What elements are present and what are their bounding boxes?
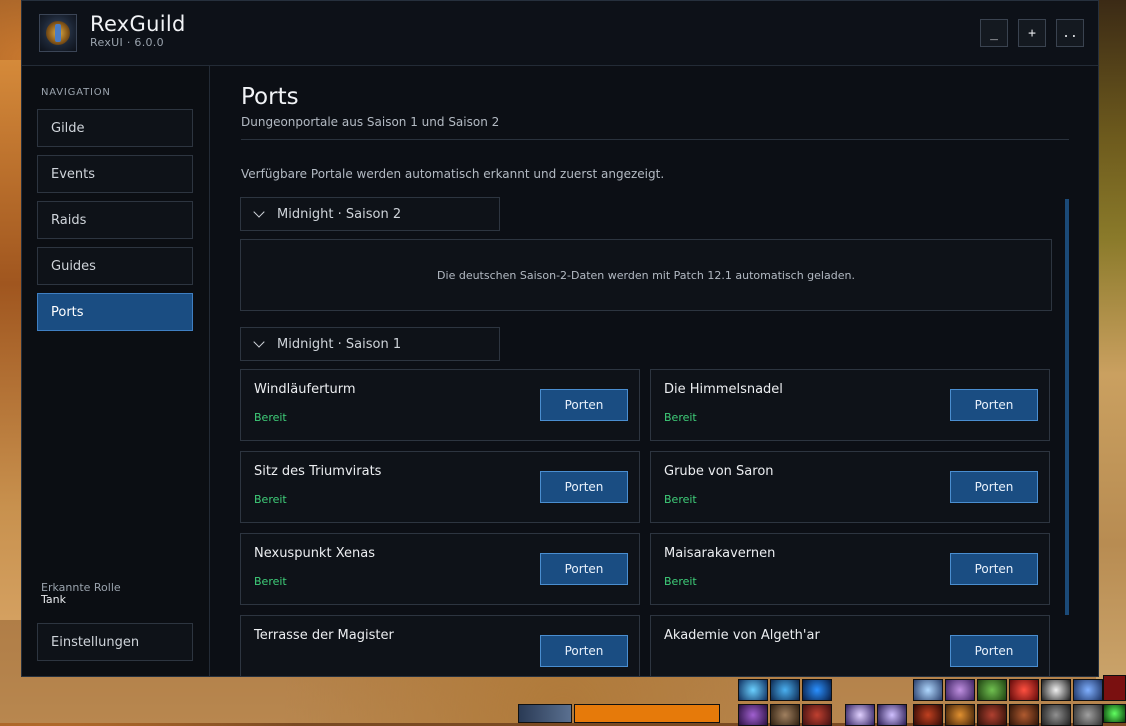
ability-icon[interactable]: [1073, 679, 1103, 701]
game-world-background-left: [0, 60, 22, 620]
ability-icon[interactable]: [1009, 679, 1039, 701]
sidebar-item-ports[interactable]: Ports: [37, 293, 193, 331]
ability-icon[interactable]: [913, 679, 943, 701]
port-button[interactable]: Porten: [950, 471, 1038, 503]
app-version: RexUI · 6.0.0: [90, 36, 164, 49]
dungeon-card: Die Himmelsnadel Bereit Porten: [650, 369, 1050, 441]
ability-icon[interactable]: [770, 679, 800, 701]
port-button[interactable]: Porten: [540, 635, 628, 667]
section-title: Midnight · Saison 1: [277, 336, 402, 352]
ability-icon[interactable]: [1103, 675, 1126, 701]
dungeon-name: Maisarakavernen: [664, 546, 776, 561]
ability-icon[interactable]: [738, 679, 768, 701]
section-header-season-2[interactable]: Midnight · Saison 2: [240, 197, 500, 231]
page-subtitle: Dungeonportale aus Saison 1 und Saison 2: [241, 115, 500, 129]
dungeon-name: Die Himmelsnadel: [664, 382, 783, 397]
dungeon-card: Nexuspunkt Xenas Bereit Porten: [240, 533, 640, 605]
ability-icon[interactable]: [977, 679, 1007, 701]
dungeon-card: Sitz des Triumvirats Bereit Porten: [240, 451, 640, 523]
dungeon-status: Bereit: [254, 411, 287, 424]
settings-button[interactable]: Einstellungen: [37, 623, 193, 661]
sidebar: NAVIGATION Gilde Events Raids Guides Por…: [22, 66, 210, 676]
detected-role-value: Tank: [41, 593, 66, 606]
dungeon-status: Bereit: [664, 575, 697, 588]
dungeon-name: Nexuspunkt Xenas: [254, 546, 375, 561]
dungeon-card: Windläuferturm Bereit Porten: [240, 369, 640, 441]
ability-icon[interactable]: [1041, 679, 1071, 701]
sidebar-item-gilde[interactable]: Gilde: [37, 109, 193, 147]
port-button[interactable]: Porten: [540, 389, 628, 421]
dungeon-name: Grube von Saron: [664, 464, 774, 479]
dungeon-card: Terrasse der Magister Porten: [240, 615, 640, 676]
sidebar-item-raids[interactable]: Raids: [37, 201, 193, 239]
main-content: Ports Dungeonportale aus Saison 1 und Sa…: [210, 66, 1098, 676]
sidebar-item-events[interactable]: Events: [37, 155, 193, 193]
divider: [241, 139, 1069, 140]
port-button[interactable]: Porten: [950, 553, 1038, 585]
rexguild-window: RexGuild RexUI · 6.0.0 _ + .. NAVIGATION…: [21, 0, 1099, 677]
resource-bar: [574, 704, 720, 723]
sidebar-item-guides[interactable]: Guides: [37, 247, 193, 285]
dungeon-status: Bereit: [254, 493, 287, 506]
expand-button[interactable]: +: [1018, 19, 1046, 47]
chevron-down-icon: [253, 335, 265, 348]
info-text: Verfügbare Portale werden automatisch er…: [241, 167, 665, 181]
port-button[interactable]: Porten: [540, 553, 628, 585]
section-title: Midnight · Saison 2: [277, 206, 402, 222]
page-title: Ports: [241, 84, 299, 110]
dungeon-name: Terrasse der Magister: [254, 628, 394, 643]
title-bar[interactable]: RexGuild RexUI · 6.0.0 _ + ..: [22, 1, 1098, 66]
port-button[interactable]: Porten: [950, 389, 1038, 421]
dungeon-status: Bereit: [664, 493, 697, 506]
ability-icon[interactable]: [945, 679, 975, 701]
minimize-button[interactable]: _: [980, 19, 1008, 47]
dungeon-status: Bereit: [664, 411, 697, 424]
notice-text: Die deutschen Saison-2-Daten werden mit …: [437, 268, 855, 282]
port-button[interactable]: Porten: [950, 635, 1038, 667]
game-world-background-right: [1096, 0, 1126, 680]
dungeon-card: Grube von Saron Bereit Porten: [650, 451, 1050, 523]
section-header-season-1[interactable]: Midnight · Saison 1: [240, 327, 500, 361]
dungeon-status: Bereit: [254, 575, 287, 588]
dungeon-name: Akademie von Algeth'ar: [664, 628, 820, 643]
guild-logo-icon: [39, 14, 77, 52]
dungeon-name: Sitz des Triumvirats: [254, 464, 382, 479]
port-button[interactable]: Porten: [540, 471, 628, 503]
dungeon-name: Windläuferturm: [254, 382, 356, 397]
scrollbar[interactable]: [1065, 199, 1069, 615]
app-title: RexGuild: [90, 12, 186, 36]
unit-portrait[interactable]: [518, 704, 572, 723]
chevron-down-icon: [253, 205, 265, 218]
ability-icon[interactable]: [802, 679, 832, 701]
dungeon-card: Maisarakavernen Bereit Porten: [650, 533, 1050, 605]
ability-icon[interactable]: [1103, 704, 1126, 723]
season-2-notice: Die deutschen Saison-2-Daten werden mit …: [240, 239, 1052, 311]
more-button[interactable]: ..: [1056, 19, 1084, 47]
nav-heading: NAVIGATION: [41, 87, 111, 98]
dungeon-card: Akademie von Algeth'ar Porten: [650, 615, 1050, 676]
